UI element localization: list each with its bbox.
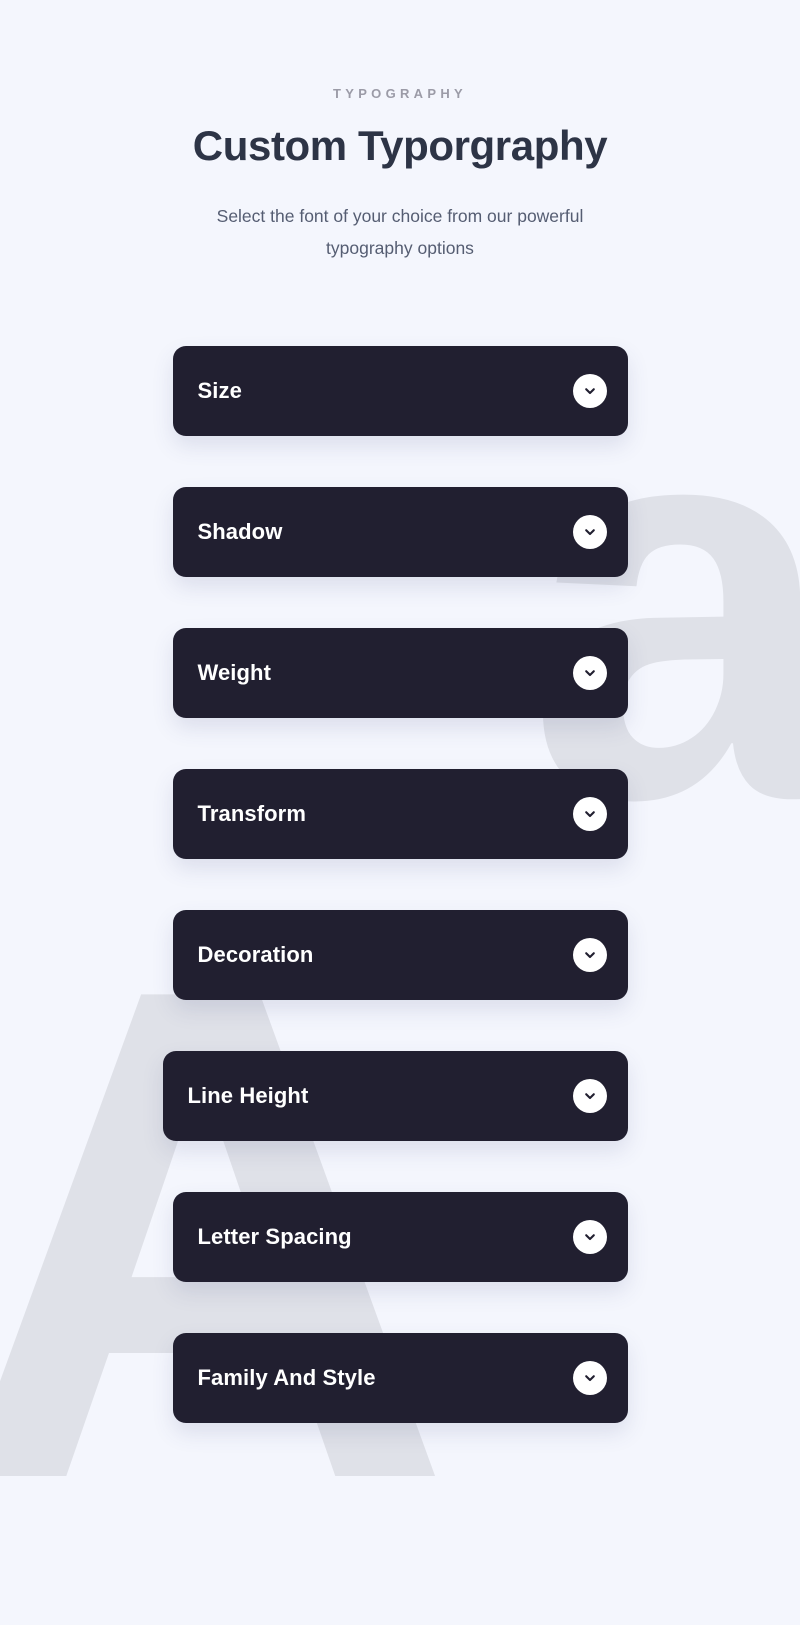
- chevron-down-icon[interactable]: [572, 1079, 607, 1113]
- accordion-item-label: Line Height: [187, 1083, 309, 1108]
- page-header: TYPOGRAPHY Custom Typorgraphy Select the…: [0, 84, 800, 264]
- accordion-item-label: Weight: [197, 660, 272, 685]
- chevron-down-icon[interactable]: [572, 938, 607, 972]
- accordion-item-letter-spacing[interactable]: Letter Spacing: [172, 1192, 628, 1282]
- accordion-item-label: Transform: [197, 801, 306, 826]
- eyebrow-label: TYPOGRAPHY: [332, 86, 467, 101]
- page-title: Custom Typorgraphy: [192, 122, 608, 169]
- typography-page: TYPOGRAPHY Custom Typorgraphy Select the…: [0, 0, 800, 1523]
- accordion-item-line-height[interactable]: Line Height: [162, 1051, 628, 1141]
- accordion-item-label: Size: [197, 378, 242, 403]
- chevron-down-icon[interactable]: [572, 1361, 607, 1395]
- chevron-down-icon[interactable]: [572, 1220, 607, 1254]
- accordion-item-transform[interactable]: Transform: [172, 769, 628, 859]
- chevron-down-icon[interactable]: [572, 656, 607, 690]
- accordion-item-weight[interactable]: Weight: [172, 628, 628, 718]
- bottom-spacer: [0, 1423, 800, 1523]
- accordion-item-shadow[interactable]: Shadow: [172, 487, 628, 577]
- chevron-down-icon[interactable]: [572, 797, 607, 831]
- accordion-item-size[interactable]: Size: [172, 346, 628, 436]
- accordion-item-decoration[interactable]: Decoration: [172, 910, 628, 1000]
- typography-accordion-list: Size Shadow Weight Transform Decoration: [0, 346, 800, 1423]
- page-subtitle: Select the font of your choice from our …: [216, 206, 584, 258]
- chevron-down-icon[interactable]: [572, 515, 607, 549]
- accordion-item-label: Family And Style: [197, 1365, 376, 1390]
- accordion-item-label: Letter Spacing: [197, 1224, 352, 1249]
- accordion-item-label: Shadow: [197, 519, 283, 544]
- accordion-item-label: Decoration: [197, 942, 314, 967]
- accordion-item-family-and-style[interactable]: Family And Style: [172, 1333, 628, 1423]
- chevron-down-icon[interactable]: [572, 374, 607, 408]
